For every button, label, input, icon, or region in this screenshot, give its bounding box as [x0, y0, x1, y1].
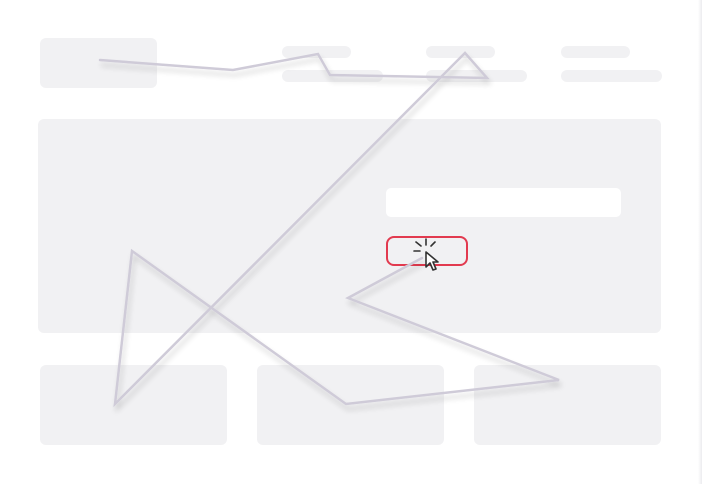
hero-target-button[interactable] — [386, 236, 468, 266]
nav-link-2-subline-placeholder — [426, 70, 527, 82]
nav-link-2-placeholder[interactable] — [426, 46, 495, 58]
nav-link-1-subline-placeholder — [282, 70, 383, 82]
nav-link-3-subline-placeholder — [561, 70, 662, 82]
nav-link-3-placeholder[interactable] — [561, 46, 630, 58]
page-edge-shadow — [698, 0, 702, 484]
hero-input-placeholder[interactable] — [386, 188, 621, 217]
logo-placeholder — [40, 38, 157, 88]
hero-section-placeholder — [38, 119, 661, 333]
card-placeholder-2[interactable] — [257, 365, 444, 445]
card-placeholder-3[interactable] — [474, 365, 661, 445]
nav-link-1-placeholder[interactable] — [282, 46, 351, 58]
card-placeholder-1[interactable] — [40, 365, 227, 445]
